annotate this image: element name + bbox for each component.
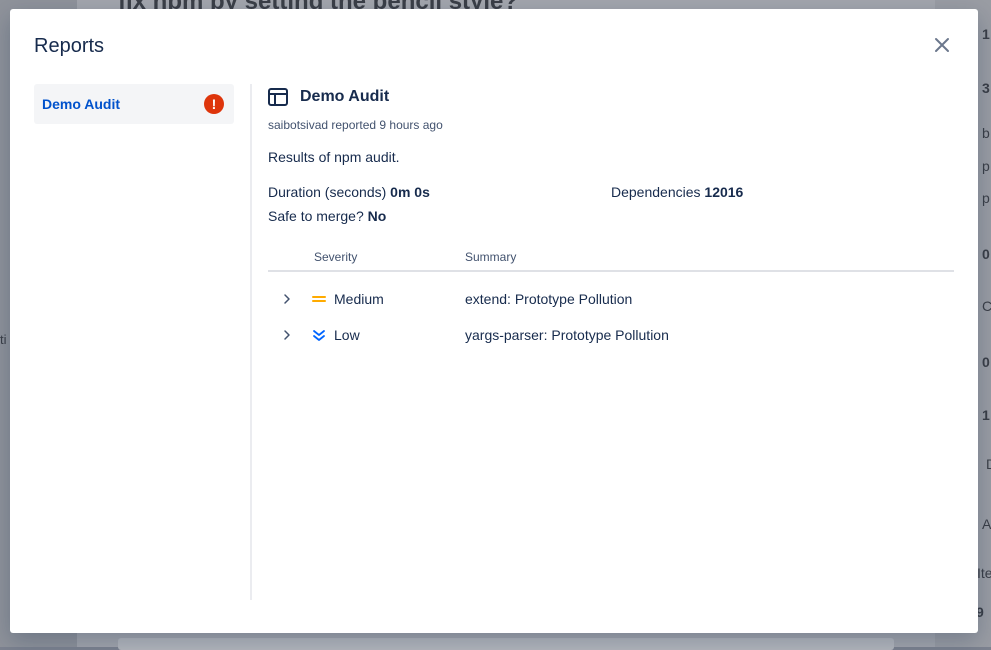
background-right-item: 0 bbox=[982, 246, 990, 262]
safe-to-merge-stat: Safe to merge? No bbox=[268, 208, 386, 224]
background-right-item: A bbox=[982, 516, 991, 532]
background-right-item: Ite bbox=[977, 565, 991, 581]
reports-modal: Reports Demo Audit ! Demo Audit saibotsi… bbox=[10, 9, 978, 633]
background-right-item: 1 bbox=[982, 26, 990, 42]
summary-text: yargs-parser: Prototype Pollution bbox=[465, 327, 669, 343]
background-right-item: 3 bbox=[982, 80, 990, 96]
report-panel-icon bbox=[268, 88, 288, 106]
background-right-item: C bbox=[982, 298, 991, 314]
background-left-text: ti bbox=[0, 332, 7, 347]
safe-to-merge-label: Safe to merge? bbox=[268, 208, 364, 224]
dependencies-stat: Dependencies 12016 bbox=[611, 184, 743, 200]
chevron-right-icon[interactable] bbox=[280, 328, 294, 342]
summary-text: extend: Prototype Pollution bbox=[465, 291, 633, 307]
report-meta: saibotsivad reported 9 hours ago bbox=[268, 118, 443, 132]
duration-label: Duration (seconds) bbox=[268, 184, 387, 200]
severity-label: Low bbox=[334, 327, 360, 343]
error-icon: ! bbox=[204, 94, 224, 114]
severity-label: Medium bbox=[334, 291, 384, 307]
background-right-item: p bbox=[982, 158, 990, 174]
background-right-item: b bbox=[982, 125, 990, 141]
dependencies-value: 12016 bbox=[704, 184, 744, 200]
report-panel: Demo Audit saibotsivad reported 9 hours … bbox=[268, 87, 954, 343]
modal-title: Reports bbox=[34, 35, 105, 57]
close-icon bbox=[935, 38, 949, 52]
sidebar-divider bbox=[250, 84, 252, 600]
close-button[interactable] bbox=[930, 33, 954, 57]
table-row[interactable]: Medium extend: Prototype Pollution bbox=[268, 284, 954, 316]
duration-stat: Duration (seconds) 0m 0s bbox=[268, 184, 430, 200]
table-row[interactable]: Low yargs-parser: Prototype Pollution bbox=[268, 320, 954, 352]
sidebar-item-demo-audit[interactable]: Demo Audit ! bbox=[34, 84, 234, 124]
dependencies-label: Dependencies bbox=[611, 184, 701, 200]
report-title: Demo Audit bbox=[300, 88, 390, 105]
duration-value: 0m 0s bbox=[390, 184, 430, 200]
low-priority-icon bbox=[313, 330, 325, 341]
table-header-divider bbox=[268, 270, 954, 272]
column-header-severity: Severity bbox=[314, 250, 358, 264]
background-right-item: 1 bbox=[982, 407, 990, 423]
safe-to-merge-value: No bbox=[367, 208, 387, 224]
chevron-right-icon[interactable] bbox=[280, 292, 294, 306]
medium-priority-icon bbox=[312, 296, 326, 302]
background-right-item: p bbox=[982, 190, 990, 206]
sidebar-item-label: Demo Audit bbox=[42, 96, 121, 112]
background-right-item: D bbox=[986, 456, 991, 472]
background-input bbox=[118, 638, 894, 650]
report-header: Demo Audit bbox=[268, 87, 954, 107]
report-description: Results of npm audit. bbox=[268, 149, 400, 165]
column-header-summary: Summary bbox=[465, 250, 517, 264]
background-right-item: 0 bbox=[982, 354, 990, 370]
